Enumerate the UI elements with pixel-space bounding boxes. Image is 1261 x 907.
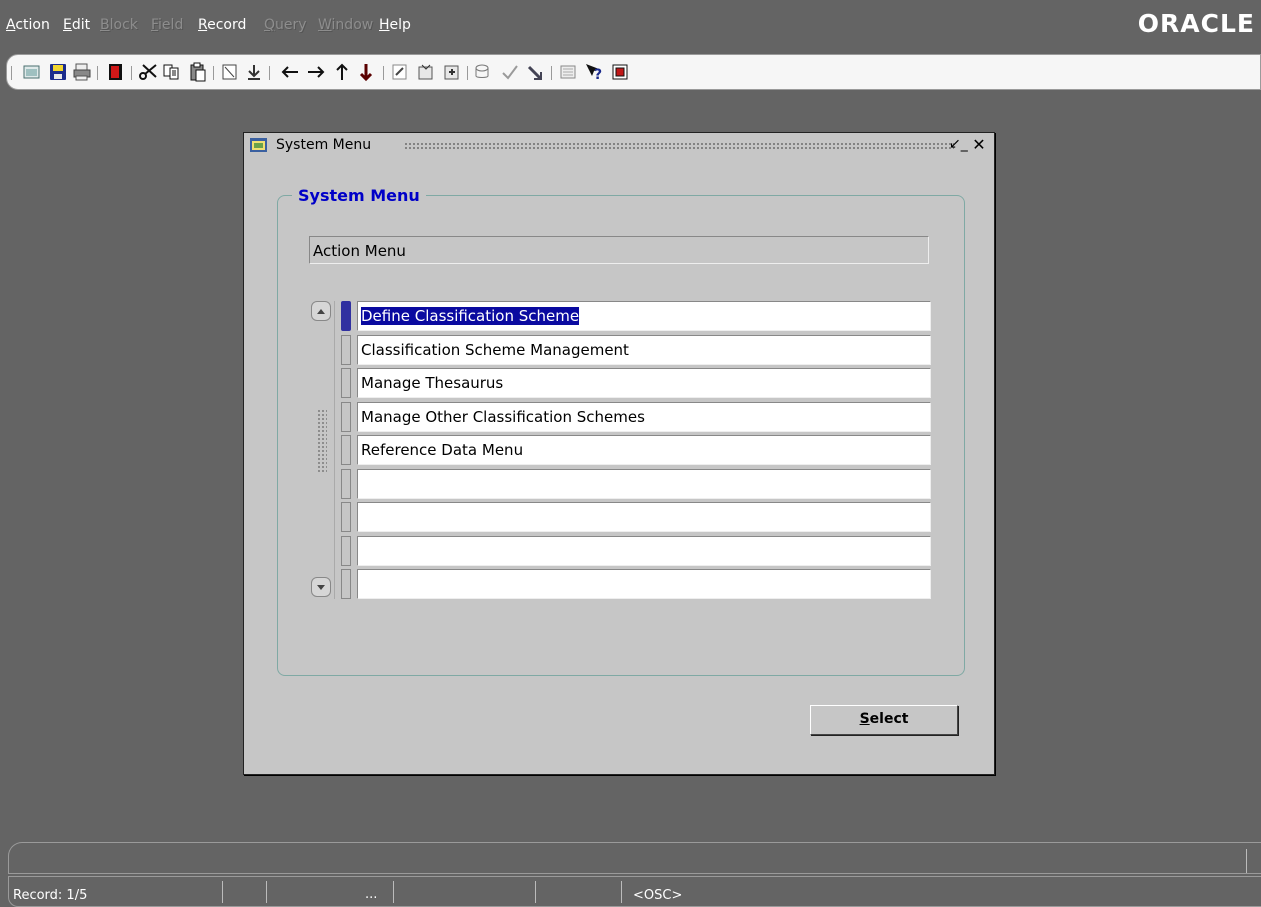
menu-query[interactable]: Query [264, 17, 307, 33]
record-indicator [341, 435, 351, 465]
list-item-field[interactable]: Classification Scheme Management [357, 335, 931, 365]
exit-icon[interactable] [105, 61, 127, 83]
message-line [8, 842, 1261, 874]
save-icon[interactable] [47, 61, 69, 83]
insert-icon[interactable] [525, 61, 547, 83]
record-indicator [341, 368, 351, 398]
scroll-down-button[interactable] [311, 577, 331, 597]
status-separator [621, 881, 622, 903]
list-item[interactable]: Manage Other Classification Schemes [341, 402, 931, 432]
open-icon[interactable] [21, 61, 43, 83]
titlebar-grip [404, 142, 954, 150]
list-item[interactable]: Classification Scheme Management [341, 335, 931, 365]
system-menu-window: System Menu ↙_ ✕ System Menu Action Menu… [243, 132, 995, 775]
record-indicator [341, 335, 351, 365]
help-icon[interactable] [557, 61, 579, 83]
next-record-icon[interactable] [355, 61, 377, 83]
menu-record[interactable]: Record [198, 17, 246, 33]
validate-icon[interactable] [499, 61, 521, 83]
list-item[interactable] [341, 502, 931, 532]
status-separator [535, 881, 536, 903]
paste-icon[interactable] [187, 61, 209, 83]
status-bar: Record: 1/5 ... <OSC> [8, 876, 1261, 907]
toolbar-separator [213, 66, 214, 80]
list-item-field[interactable]: Manage Other Classification Schemes [357, 402, 931, 432]
toolbar-separator [383, 66, 384, 80]
cut-icon[interactable] [137, 61, 159, 83]
menu-bar: Action Edit Block Field Record Query Win… [0, 0, 1261, 50]
list-of-values-icon[interactable] [473, 61, 495, 83]
record-indicator [341, 402, 351, 432]
status-separator [393, 881, 394, 903]
window-app-icon [250, 137, 268, 153]
list-item-field[interactable] [357, 536, 931, 566]
menu-block[interactable]: Block [100, 17, 138, 33]
clear-icon[interactable] [219, 61, 241, 83]
toolbar: ? [6, 54, 1261, 90]
toolbar-separator [467, 66, 468, 80]
previous-record-icon[interactable] [331, 61, 353, 83]
record-indicator [341, 569, 351, 599]
list-item[interactable] [341, 469, 931, 499]
status-mode: <OSC> [633, 888, 683, 903]
list-item-field[interactable] [357, 569, 931, 599]
context-help-icon[interactable]: ? [583, 61, 605, 83]
list-item[interactable] [341, 569, 931, 599]
toolbar-separator [131, 66, 132, 80]
close-icon[interactable]: ✕ [970, 135, 988, 154]
current-record-indicator [341, 301, 351, 331]
previous-icon[interactable] [279, 61, 301, 83]
scroll-thumb[interactable] [317, 409, 327, 473]
menu-edit[interactable]: Edit [63, 17, 90, 33]
scroll-up-button[interactable] [311, 301, 331, 321]
action-menu-field: Action Menu [309, 236, 929, 264]
window-title: System Menu [276, 137, 372, 153]
list-scrollbar[interactable] [310, 301, 335, 599]
menu-window[interactable]: Window [318, 17, 373, 33]
window-titlebar[interactable]: System Menu ↙_ ✕ [244, 133, 994, 157]
list-item[interactable]: Define Classification Scheme [341, 301, 931, 331]
list-item[interactable]: Manage Thesaurus [341, 368, 931, 398]
execute-query-icon[interactable] [415, 61, 437, 83]
minimize-icon[interactable]: ↙_ [949, 136, 968, 152]
status-separator [222, 881, 223, 903]
toolbar-separator [97, 66, 98, 80]
list-item[interactable] [341, 536, 931, 566]
toolbar-separator [551, 66, 552, 80]
list-item-field[interactable]: Reference Data Menu [357, 435, 931, 465]
svg-text:?: ? [594, 67, 602, 82]
oracle-logo: ORACLE [1137, 9, 1255, 38]
menu-action[interactable]: Action [6, 17, 50, 33]
record-indicator [341, 469, 351, 499]
status-separator [266, 881, 267, 903]
window-icon[interactable] [609, 61, 631, 83]
duplicate-icon[interactable] [243, 61, 265, 83]
next-icon[interactable] [305, 61, 327, 83]
menu-help[interactable]: Help [379, 17, 411, 33]
list-item[interactable]: Reference Data Menu [341, 435, 931, 465]
record-indicator [341, 502, 351, 532]
edit-icon[interactable] [441, 61, 463, 83]
message-line-divider [1246, 849, 1247, 873]
print-icon[interactable] [71, 61, 93, 83]
menu-field[interactable]: Field [151, 17, 183, 33]
list-item-field[interactable] [357, 502, 931, 532]
copy-icon[interactable] [161, 61, 183, 83]
status-ellipsis: ... [365, 887, 378, 902]
list-item-field[interactable] [357, 469, 931, 499]
toolbar-separator [11, 66, 12, 80]
enter-query-icon[interactable] [389, 61, 411, 83]
toolbar-separator [269, 66, 270, 80]
list-item-field[interactable]: Define Classification Scheme [357, 301, 931, 331]
frame-label: System Menu [292, 186, 426, 205]
list-item-field[interactable]: Manage Thesaurus [357, 368, 931, 398]
record-indicator [341, 536, 351, 566]
record-count: Record: 1/5 [13, 888, 88, 903]
select-button[interactable]: Select [810, 705, 958, 735]
